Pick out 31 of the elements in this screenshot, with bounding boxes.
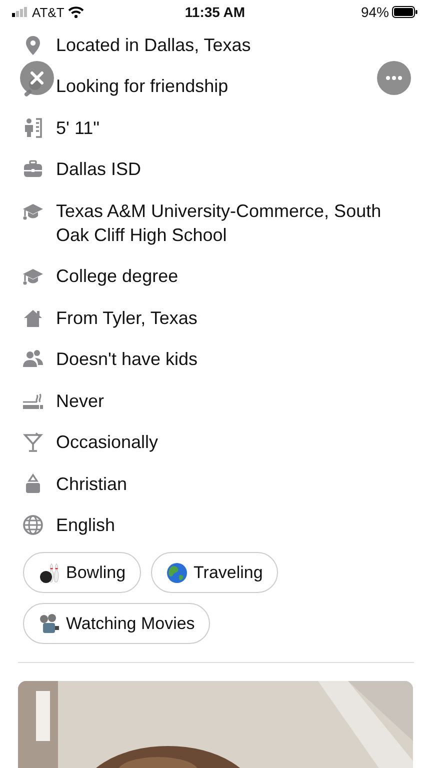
close-button[interactable]	[20, 61, 54, 95]
film-projector-icon	[38, 612, 60, 634]
detail-text: 5' 11"	[56, 116, 100, 140]
ellipsis-icon	[386, 76, 402, 80]
detail-text: English	[56, 514, 116, 538]
close-icon	[30, 71, 44, 85]
wifi-icon	[68, 6, 84, 18]
more-button[interactable]	[377, 61, 411, 95]
battery-icon	[392, 6, 418, 18]
detail-text: Doesn't have kids	[56, 348, 198, 372]
detail-text: Looking for friendship	[56, 75, 228, 98]
globe-icon	[22, 514, 44, 536]
detail-text: Occasionally	[56, 431, 158, 454]
status-time: 11:35 AM	[184, 4, 246, 20]
interest-chip[interactable]: Bowling	[23, 552, 141, 593]
person-ruler-icon	[22, 116, 44, 139]
detail-text: From Tyler, Texas	[56, 306, 198, 330]
detail-text: Located in Dallas, Texas	[56, 34, 251, 57]
detail-text: Never	[56, 390, 104, 413]
bowling-icon	[38, 562, 60, 584]
interest-chip[interactable]: Traveling	[150, 552, 278, 593]
interest-chip[interactable]: Watching Movies	[23, 603, 210, 644]
detail-text: Texas A&M University-Commerce, South Oak Cliff High School	[56, 200, 382, 247]
globe-icon	[166, 562, 188, 584]
detail-text: Christian	[56, 472, 128, 496]
battery-percent: 94%	[360, 4, 389, 20]
detail-text: Dallas ISD	[56, 158, 142, 182]
cocktail-glass-icon	[22, 431, 44, 454]
detail-text: College degree	[56, 265, 178, 288]
carrier-name: AT&T	[32, 4, 64, 20]
signal-icon	[12, 7, 28, 17]
